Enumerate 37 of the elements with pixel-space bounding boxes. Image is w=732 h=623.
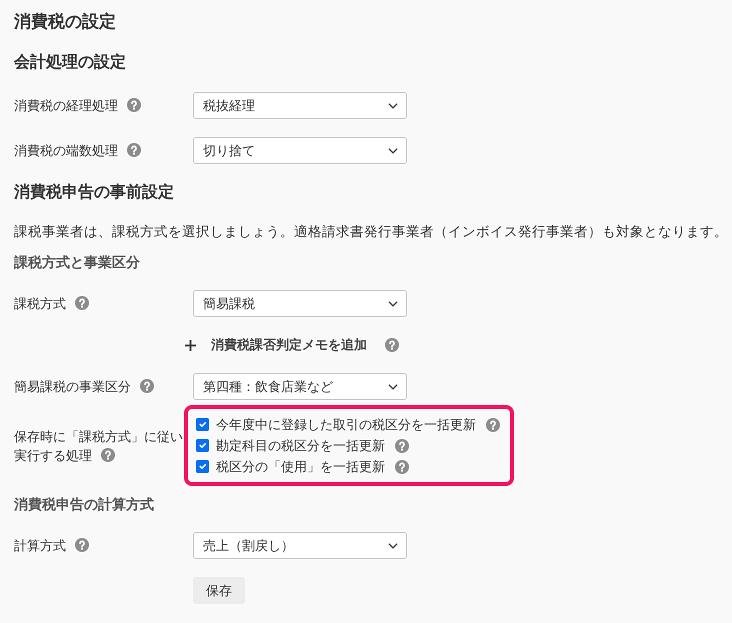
field-label: 消費税の経理処理 [14,98,118,113]
help-icon[interactable] [140,379,154,393]
add-memo-link[interactable]: 消費税課否判定メモを追加 [185,335,367,355]
select-field[interactable]: 税抜経理 [193,92,407,119]
checkbox-label[interactable]: 税区分の「使用」を一括更新 [216,456,385,476]
select-field[interactable]: 第四種：飲食店業など [193,373,407,400]
select-field[interactable]: 売上（割戻し） [193,532,407,559]
checkbox[interactable] [196,418,209,431]
help-icon[interactable] [385,338,399,352]
help-icon[interactable] [75,296,89,310]
field-label: 消費税の端数処理 [14,143,118,158]
select-field[interactable]: 簡易課税 [193,290,407,317]
subsection-heading: 課税方式と事業区分 [14,253,141,272]
subsection-heading: 消費税申告の計算方式 [14,495,155,514]
select-field[interactable]: 切り捨て [193,137,407,164]
checkbox[interactable] [196,439,209,452]
checkbox[interactable] [196,460,209,473]
help-icon[interactable] [395,438,409,452]
description-text: 課税事業者は、課税方式を選択しましょう。適格請求書発行事業者（インボイス発行事業者）も対象となります。 [14,223,718,241]
checkbox-label[interactable]: 勘定科目の税区分を一括更新 [216,436,385,456]
section-heading: 消費税申告の事前設定 [14,182,175,203]
section-heading: 会計処理の設定 [14,52,127,73]
plus-icon [185,340,196,350]
help-icon[interactable] [127,143,141,157]
page-title: 消費税の設定 [14,11,117,33]
field-label: 簡易課税の事業区分 [14,379,131,394]
help-icon[interactable] [486,418,500,432]
field-label: 計算方式 [14,538,66,553]
help-icon[interactable] [127,98,141,112]
help-icon[interactable] [75,538,89,552]
field-label: 課税方式 [14,296,66,311]
save-button[interactable]: 保存 [193,577,245,604]
checkbox-label[interactable]: 今年度中に登録した取引の税区分を一括更新 [216,414,476,434]
help-icon[interactable] [395,460,409,474]
field-label: 実行する処理 [14,446,92,464]
field-label: 保存時に「課税方式」に従い [14,428,183,444]
help-icon[interactable] [101,448,115,462]
